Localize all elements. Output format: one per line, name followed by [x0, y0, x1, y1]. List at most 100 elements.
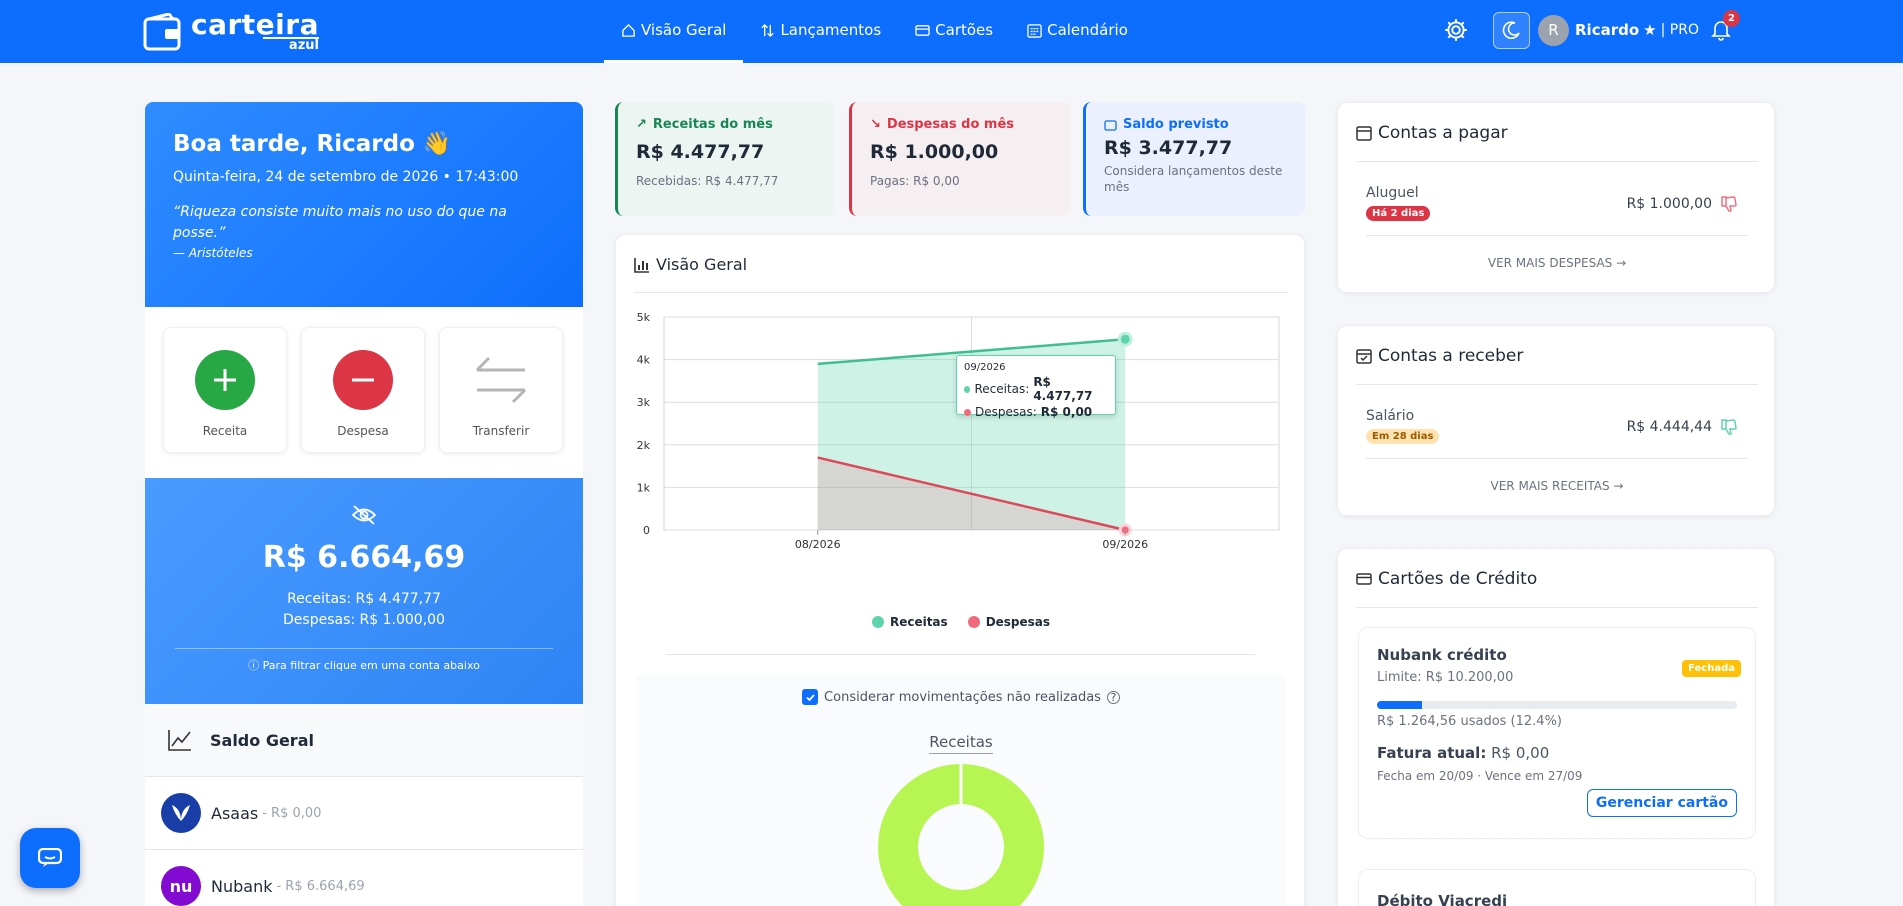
- saldo-geral-item[interactable]: Saldo Geral: [145, 704, 583, 777]
- brand-logo[interactable]: carteira azul: [143, 11, 319, 52]
- contas-pagar-card: Contas a pagar Aluguel Há 2 dias R$ 1.00…: [1337, 102, 1775, 293]
- user-area: R Ricardo ★ | PRO 2: [1443, 10, 1740, 49]
- legend-despesas[interactable]: Despesas: [967, 615, 1050, 629]
- tooltip-value: R$ 4.477,77: [1033, 375, 1093, 403]
- gear-icon[interactable]: [1443, 17, 1469, 43]
- quote-author: — Aristóteles: [173, 246, 253, 260]
- thumbs-down-icon[interactable]: [1720, 195, 1738, 213]
- overview-title: Visão Geral: [634, 255, 747, 274]
- balance-panel: R$ 6.664,69 Receitas: R$ 4.477,77 Despes…: [145, 478, 583, 704]
- user-plan: | PRO: [1660, 22, 1699, 38]
- chat-icon: [38, 848, 62, 867]
- divider: [1356, 384, 1758, 385]
- plus-icon: [195, 350, 255, 410]
- brand-name: carteira: [191, 8, 319, 41]
- divider: [1366, 235, 1748, 236]
- tooltip-label: Receitas:: [974, 382, 1030, 396]
- stat-title: Saldo previsto: [1123, 117, 1229, 132]
- credit-card-item-next[interactable]: Débito Viacredi: [1358, 869, 1756, 906]
- nav-visao-geral[interactable]: Visão Geral: [604, 0, 744, 63]
- card-title: Contas a receber: [1356, 346, 1523, 366]
- tooltip-value: R$ 0,00: [1040, 405, 1093, 419]
- notifications-button[interactable]: 2: [1711, 10, 1740, 41]
- receivable-item[interactable]: Salário Em 28 dias R$ 4.444,44: [1366, 408, 1748, 444]
- card-title-text: Contas a pagar: [1378, 123, 1508, 143]
- stat-value: R$ 1.000,00: [870, 141, 999, 163]
- nav-calendario[interactable]: Calendário: [1010, 0, 1145, 63]
- nav-label: Visão Geral: [641, 21, 727, 39]
- minus-icon: [333, 350, 393, 410]
- transfer-button[interactable]: Transferir: [439, 327, 563, 453]
- main-nav: Visão Geral Lançamentos Cartões Calendár…: [604, 0, 1145, 63]
- nav-lancamentos[interactable]: Lançamentos: [743, 0, 898, 63]
- action-label: Despesa: [337, 424, 389, 438]
- divider: [1366, 458, 1748, 459]
- top-navbar: carteira azul Visão Geral Lançamentos Ca…: [0, 0, 1903, 63]
- home-icon: [622, 23, 635, 37]
- divider: [634, 292, 1288, 293]
- nav-label: Cartões: [935, 21, 994, 39]
- overview-chart[interactable]: 0 1k 2k 3k 4k 5k 08/2026 09/2026: [634, 297, 1288, 597]
- card-dates: Fecha em 20/09 · Vence em 27/09: [1377, 769, 1583, 783]
- consider-checkbox[interactable]: Considerar movimentações não realizadas …: [636, 689, 1286, 705]
- divider: [175, 648, 553, 649]
- action-label: Transferir: [472, 424, 530, 438]
- quote-text: “Riqueza consiste muito mais no uso do q…: [173, 204, 507, 241]
- bill-amount: R$ 1.000,00: [1626, 196, 1712, 212]
- credit-card-icon: [1356, 573, 1372, 585]
- saldo-geral-label: Saldo Geral: [210, 730, 314, 750]
- add-despesa-button[interactable]: Despesa: [301, 327, 425, 453]
- divider: [1356, 607, 1758, 608]
- add-receita-button[interactable]: Receita: [163, 327, 287, 453]
- usage-progress-bar: [1377, 701, 1737, 709]
- greeting-panel: Boa tarde, Ricardo 👋 Quinta-feira, 24 de…: [145, 102, 583, 307]
- ver-mais-receitas-link[interactable]: VER MAIS RECEITAS →: [1338, 479, 1776, 493]
- divider: [1356, 161, 1758, 162]
- stat-sub: Recebidas: R$ 4.477,77: [636, 174, 779, 188]
- asaas-logo-icon: [161, 793, 201, 833]
- y-tick-label: 4k: [637, 354, 651, 367]
- due-badge: Em 28 dias: [1366, 429, 1440, 444]
- usage-progress-fill: [1377, 701, 1422, 709]
- line-chart-icon: [168, 730, 191, 751]
- eye-slash-icon[interactable]: [351, 504, 377, 526]
- greeting-title: Boa tarde, Ricardo 👋: [173, 131, 452, 157]
- brand-sub: azul: [262, 37, 319, 52]
- x-tick-label: 09/2026: [1102, 538, 1148, 551]
- y-tick-label: 5k: [637, 311, 651, 324]
- wave-icon: 👋: [422, 131, 452, 157]
- notification-count-badge: 2: [1722, 10, 1740, 27]
- nav-cartoes[interactable]: Cartões: [898, 0, 1010, 63]
- account-value: - R$ 6.664,69: [276, 878, 365, 894]
- avatar[interactable]: R: [1538, 14, 1569, 46]
- x-tick-label: 08/2026: [795, 538, 841, 551]
- data-point: [1117, 331, 1133, 347]
- stat-sub: Considera lançamentos deste mês: [1104, 164, 1283, 194]
- receitas-donut-chart[interactable]: [876, 759, 1046, 906]
- card-title-text: Cartões de Crédito: [1378, 569, 1538, 589]
- user-name[interactable]: Ricardo: [1575, 21, 1639, 39]
- bill-item[interactable]: Aluguel Há 2 dias R$ 1.000,00: [1366, 185, 1748, 221]
- stat-despesas-mes: ↘ Despesas do mês R$ 1.000,00 Pagas: R$ 0…: [849, 102, 1071, 216]
- stat-sub: Pagas: R$ 0,00: [870, 174, 960, 188]
- legend-receitas[interactable]: Receitas: [871, 615, 948, 629]
- account-item-nubank[interactable]: nu Nubank - R$ 6.664,69: [145, 850, 583, 906]
- y-tick-label: 1k: [637, 481, 651, 494]
- ver-mais-despesas-link[interactable]: VER MAIS DESPESAS →: [1338, 256, 1776, 270]
- thumbs-down-icon[interactable]: [1720, 418, 1738, 436]
- account-value: - R$ 0,00: [262, 805, 322, 821]
- credit-card-item[interactable]: Nubank crédito Limite: R$ 10.200,00 Fech…: [1358, 627, 1756, 839]
- wallet-icon: [1104, 119, 1117, 131]
- tooltip-date: 09/2026: [964, 362, 1006, 373]
- moon-icon: [1502, 21, 1520, 39]
- manage-card-button[interactable]: Gerenciar cartão: [1586, 789, 1737, 817]
- balance-receitas: Receitas: R$ 4.477,77: [287, 591, 441, 607]
- help-icon[interactable]: ?: [1106, 690, 1120, 704]
- theme-toggle-button[interactable]: [1493, 11, 1530, 49]
- stat-receitas-mes: ↗ Receitas do mês R$ 4.477,77 Recebidas: …: [615, 102, 835, 216]
- chat-support-button[interactable]: [20, 828, 80, 888]
- cartoes-credito-card: Cartões de Crédito Nubank crédito Limite…: [1337, 548, 1775, 906]
- nubank-logo-icon: nu: [161, 866, 201, 906]
- account-item-asaas[interactable]: Asaas - R$ 0,00: [145, 777, 583, 850]
- bar-chart-icon: [634, 257, 649, 273]
